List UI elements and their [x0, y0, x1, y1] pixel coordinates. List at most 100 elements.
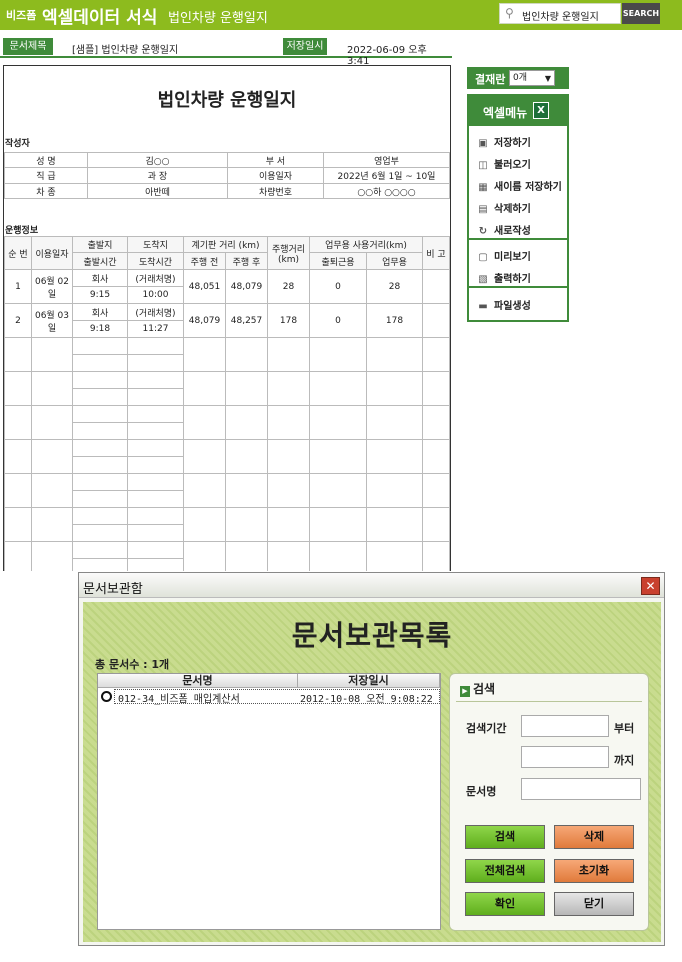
period-value[interactable]: 2022년 6월 1일 ~ 10일: [323, 167, 450, 184]
row-after[interactable]: 48,257: [225, 303, 268, 338]
document-list[interactable]: 문서명 저장일시 012-34_비즈폼 매입계산서 2012-10-08 오전 …: [97, 673, 441, 930]
row-after[interactable]: 48,079: [225, 269, 268, 304]
brand-logo: 비즈폼: [6, 9, 37, 22]
approval-value: 0개: [513, 73, 528, 83]
row-dep-time[interactable]: 9:18: [72, 320, 128, 338]
row-note[interactable]: [422, 303, 450, 338]
row-arrival[interactable]: (거래처명): [127, 303, 184, 321]
menu-preview[interactable]: ▢ 미리보기: [477, 248, 531, 263]
search-button[interactable]: 검색: [465, 825, 545, 849]
excel-menu: 엑셀메뉴 X ▣ 저장하기 ◫ 불러오기 ▦ 새이름 저장하기 ▤ 삭제하기 ↻ 새로작성…: [467, 94, 569, 322]
list-item[interactable]: 012-34_비즈폼 매입계산서 2012-10-08 오전 9:08:22: [100, 689, 440, 705]
row-before[interactable]: 48,051: [183, 269, 226, 304]
menu-label: 삭제하기: [494, 204, 531, 215]
row-commute[interactable]: 0: [309, 303, 367, 338]
excel-icon: X: [533, 102, 549, 119]
col-after: 주행 후: [225, 252, 268, 270]
row-no: 2: [4, 303, 32, 338]
menu-create-file[interactable]: ▬ 파일생성: [477, 297, 531, 312]
to-label: 까지: [614, 754, 635, 767]
name-value[interactable]: 김○○: [87, 152, 228, 168]
list-item-date: 2012-10-08 오전 9:08:22: [300, 694, 433, 705]
delete-button[interactable]: 삭제: [554, 825, 634, 849]
menu-divider: [469, 286, 567, 288]
radio-button[interactable]: [101, 691, 112, 702]
dept-value[interactable]: 영업부: [323, 152, 450, 168]
menu-label: 출력하기: [494, 274, 531, 285]
table-row: 1 06월 02일 회사 (거래처명) 48,051 48,079 28 0 2…: [4, 269, 450, 304]
row-note[interactable]: [422, 269, 450, 304]
save-date-label: 저장일시: [283, 38, 327, 55]
brand-title: 엑셀데이터 서식: [42, 8, 158, 28]
menu-save[interactable]: ▣ 저장하기: [477, 134, 531, 149]
period-label: 검색기간: [466, 722, 507, 735]
menu-delete[interactable]: ▤ 삭제하기: [477, 200, 531, 215]
rank-label: 직 급: [4, 167, 88, 184]
approval-select[interactable]: 0개 ▼: [509, 70, 555, 86]
excel-menu-header: 엑셀메뉴 X: [469, 96, 567, 126]
row-arr-time[interactable]: 10:00: [127, 286, 184, 304]
doc-info-bar: 문서제목 [샘플] 법인차량 운행일지 저장일시 2022-06-09 오후 3…: [0, 38, 452, 67]
row-arr-time[interactable]: 11:27: [127, 320, 184, 338]
dialog-title: 문서보관함: [83, 582, 143, 597]
page-subtitle: 법인차량 운행일지: [168, 11, 268, 26]
menu-load[interactable]: ◫ 불러오기: [477, 156, 531, 171]
col-date: 이용일자: [31, 236, 73, 270]
doc-title-label: 문서제목: [3, 38, 53, 55]
search-title: 검색: [473, 682, 496, 696]
drive-log-table: 순 번 이용일자 출발지 도착지 계기판 거리 (km) 주행거리 (km) 업…: [4, 236, 450, 571]
menu-divider: [469, 238, 567, 240]
row-date[interactable]: 06월 02일: [31, 269, 73, 304]
row-arrival[interactable]: (거래처명): [127, 269, 184, 287]
load-icon: ◫: [478, 160, 488, 171]
row-work: 178: [366, 303, 423, 338]
menu-save-as[interactable]: ▦ 새이름 저장하기: [477, 178, 562, 193]
row-dep-time[interactable]: 9:15: [72, 286, 128, 304]
document-count: 총 문서수 : 1개: [95, 658, 170, 671]
row-departure[interactable]: 회사: [72, 269, 128, 287]
carno-label: 차량번호: [227, 183, 324, 199]
docname-label: 문서명: [466, 785, 497, 798]
divider: [456, 701, 642, 702]
refresh-icon: ↻: [478, 226, 488, 237]
docname-input[interactable]: [521, 778, 641, 800]
dialog-heading: 문서보관목록: [291, 619, 453, 652]
reset-button[interactable]: 초기화: [554, 859, 634, 883]
row-date[interactable]: 06월 03일: [31, 303, 73, 338]
doc-title-value: [샘플] 법인차량 운행일지: [72, 45, 179, 56]
date-from-input[interactable]: [521, 715, 609, 737]
table-row: 2 06월 03일 회사 (거래처명) 48,079 48,257 178 0 …: [4, 303, 450, 338]
search-panel-title: ▶ 검색: [460, 680, 495, 697]
list-item-name: 012-34_비즈폼 매입계산서: [118, 694, 240, 705]
col-distance: 주행거리 (km): [267, 236, 310, 270]
approval-label: 결재란: [475, 73, 506, 86]
col-before: 주행 전: [183, 252, 226, 270]
ok-button[interactable]: 확인: [465, 892, 545, 916]
row-before[interactable]: 48,079: [183, 303, 226, 338]
top-bar: 비즈폼 엑셀데이터 서식 법인차량 운행일지 ⚲ 법인차량 운행일지 SEARC…: [0, 0, 682, 30]
close-button[interactable]: 닫기: [554, 892, 634, 916]
row-commute[interactable]: 0: [309, 269, 367, 304]
list-header-date[interactable]: 저장일시: [298, 674, 440, 688]
date-to-input[interactable]: [521, 746, 609, 768]
col-commute: 출퇴근용: [309, 252, 367, 270]
close-icon[interactable]: ✕: [641, 577, 660, 595]
list-header-name[interactable]: 문서명: [98, 674, 298, 688]
dialog-titlebar[interactable]: 문서보관함 ✕: [79, 573, 664, 598]
row-departure[interactable]: 회사: [72, 303, 128, 321]
folder-icon: ▬: [478, 301, 488, 312]
menu-new[interactable]: ↻ 새로작성: [477, 222, 531, 237]
monitor-icon: ▢: [478, 252, 488, 263]
menu-print[interactable]: ▧ 출력하기: [477, 270, 531, 285]
search-panel: ▶ 검색 검색기간 부터 까지 문서명 검색 삭제 전체검색 초기화 확인 닫기: [449, 673, 649, 931]
carno-value[interactable]: ○○하 ○○○○: [323, 183, 450, 199]
search-button[interactable]: SEARCH: [622, 3, 660, 24]
search-all-button[interactable]: 전체검색: [465, 859, 545, 883]
excel-menu-title: 엑셀메뉴: [483, 106, 528, 120]
arrow-icon: ▶: [460, 686, 470, 697]
rank-value[interactable]: 과 장: [87, 167, 228, 184]
cartype-value[interactable]: 아반떼: [87, 183, 228, 199]
trash-icon: ▤: [478, 204, 488, 215]
search-input[interactable]: ⚲ 법인차량 운행일지: [499, 3, 621, 24]
period-label: 이용일자: [227, 167, 324, 184]
